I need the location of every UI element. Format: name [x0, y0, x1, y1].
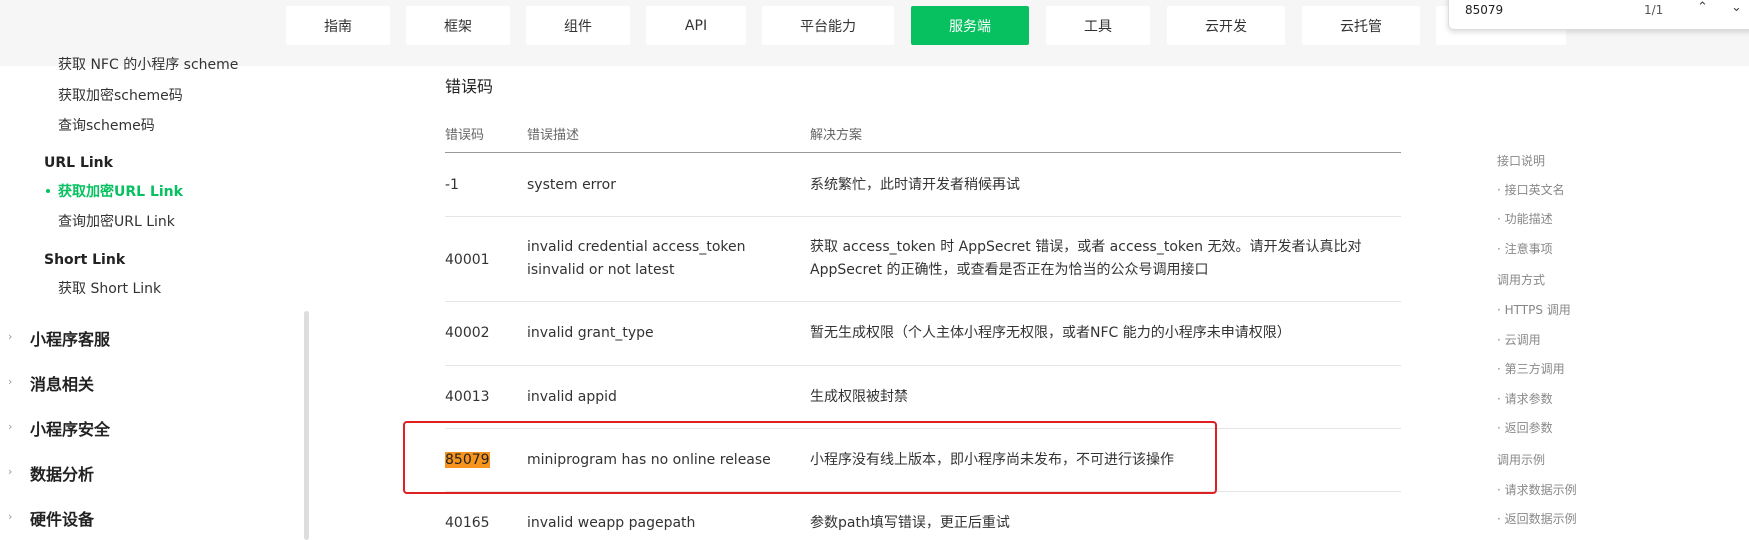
toc-item[interactable]: · 请求数据示例: [1497, 481, 1577, 498]
find-count: 1/1: [1644, 3, 1664, 17]
sidebar-item-get-url-link[interactable]: 获取加密URL Link: [58, 181, 183, 201]
table-cell-desc: invalid appid: [527, 389, 617, 405]
find-input[interactable]: 85079: [1465, 3, 1503, 17]
sidebar-item-query-scheme[interactable]: 查询scheme码: [58, 115, 155, 135]
sidebar-cat-customer-service[interactable]: 小程序客服: [30, 326, 110, 350]
tab-tools[interactable]: 工具: [1046, 6, 1150, 45]
chevron-up-icon[interactable]: ⌃: [1697, 0, 1708, 15]
sidebar-group-short-link[interactable]: Short Link: [44, 252, 125, 268]
sidebar-item-encrypted-scheme[interactable]: 获取加密scheme码: [58, 85, 183, 105]
toc-item[interactable]: · 云调用: [1497, 331, 1541, 348]
row-divider: [445, 365, 1401, 366]
toc-item[interactable]: · 返回参数: [1497, 419, 1553, 436]
table-cell-desc: invalid grant_type: [527, 325, 654, 341]
tab-api[interactable]: API: [646, 6, 746, 45]
sidebar-cat-analytics[interactable]: 数据分析: [30, 461, 94, 485]
sidebar-group-url-link[interactable]: URL Link: [44, 155, 113, 171]
table-cell-solution: 生成权限被封禁: [810, 389, 908, 405]
row-divider: [445, 301, 1401, 302]
toc-item[interactable]: · 功能描述: [1497, 210, 1553, 227]
toc-item[interactable]: 调用方式: [1497, 271, 1545, 288]
sidebar-item-get-short-link[interactable]: 获取 Short Link: [58, 278, 161, 298]
sidebar-cat-security[interactable]: 小程序安全: [30, 416, 110, 440]
section-title: 错误码: [445, 77, 494, 96]
tab-server[interactable]: 服务端: [911, 6, 1029, 45]
table-cell-desc: system error: [527, 177, 616, 193]
sidebar-item-nfc-scheme[interactable]: 获取 NFC 的小程序 scheme: [58, 54, 238, 74]
toc-item[interactable]: · 请求参数: [1497, 390, 1553, 407]
table-cell-solution: 获取 access_token 时 AppSecret 错误，或者 access…: [810, 239, 1362, 278]
toc-item[interactable]: · 返回数据示例: [1497, 510, 1577, 527]
sidebar-item-query-url-link[interactable]: 查询加密URL Link: [58, 211, 175, 231]
table-cell-code: 40013: [445, 389, 490, 405]
toc-item[interactable]: 调用示例: [1497, 451, 1545, 468]
toc-item[interactable]: · HTTPS 调用: [1497, 301, 1571, 318]
table-cell-code: -1: [445, 177, 459, 193]
toc-item[interactable]: 接口说明: [1497, 152, 1545, 169]
column-header-solution: 解决方案: [810, 128, 863, 143]
tab-framework[interactable]: 框架: [406, 6, 510, 45]
row-divider: [445, 216, 1401, 217]
chevron-right-icon: ›: [8, 465, 13, 478]
table-cell-desc: invalid weapp pagepath: [527, 515, 696, 531]
table-cell-code: 40001: [445, 252, 490, 268]
table-cell-solution: 暂无生成权限（个人主体小程序无权限，或者NFC 能力的小程序未申请权限）: [810, 325, 1291, 341]
table-cell-desc: invalid credential access_token isinvali…: [527, 239, 746, 278]
table-cell-solution: 参数path填写错误，更正后重试: [810, 515, 1010, 531]
annotation-box: [403, 421, 1217, 494]
active-dot-icon: [46, 189, 50, 193]
tab-platform[interactable]: 平台能力: [762, 6, 894, 45]
tab-cloud-dev[interactable]: 云开发: [1167, 6, 1285, 45]
header-divider: [445, 152, 1401, 153]
table-cell-solution: 系统繁忙，此时请开发者稍候再试: [810, 177, 1020, 193]
toc-item[interactable]: · 第三方调用: [1497, 360, 1565, 377]
column-header-code: 错误码: [445, 128, 485, 143]
sidebar-scrollbar[interactable]: [304, 311, 309, 540]
chevron-right-icon: ›: [8, 510, 13, 523]
sidebar-cat-messages[interactable]: 消息相关: [30, 371, 94, 395]
tab-guide[interactable]: 指南: [286, 6, 390, 45]
toc-item[interactable]: · 注意事项: [1497, 240, 1553, 257]
column-header-desc: 错误描述: [527, 128, 580, 143]
tab-cloud-hosting[interactable]: 云托管: [1302, 6, 1420, 45]
chevron-right-icon: ›: [8, 330, 13, 343]
sidebar-cat-hardware[interactable]: 硬件设备: [30, 506, 94, 530]
chevron-right-icon: ›: [8, 375, 13, 388]
toc-item[interactable]: · 接口英文名: [1497, 181, 1565, 198]
tab-components[interactable]: 组件: [526, 6, 630, 45]
chevron-down-icon[interactable]: ⌄: [1731, 0, 1742, 15]
find-bar: 85079 1/1 ⌃ ⌄: [1448, 0, 1749, 30]
chevron-right-icon: ›: [8, 420, 13, 433]
table-cell-code: 40002: [445, 325, 490, 341]
table-cell-code: 40165: [445, 515, 490, 531]
